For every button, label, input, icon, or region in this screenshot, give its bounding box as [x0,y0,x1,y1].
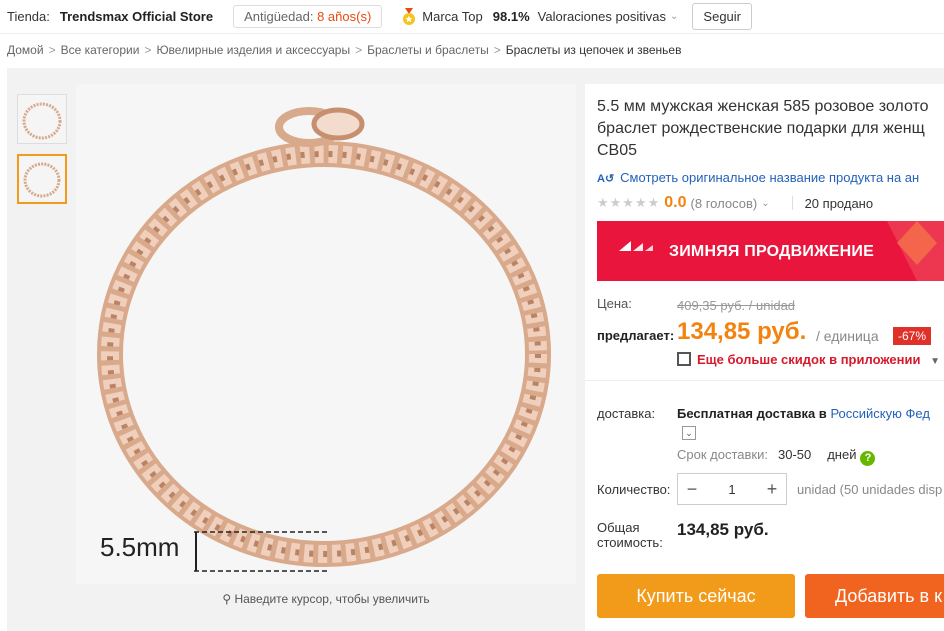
original-title-link[interactable]: A↺ Смотреть оригинальное название продукт… [597,170,919,185]
current-price: 134,85 руб. [677,318,807,345]
promo-banner: ЗИМНЯЯ ПРОДВИЖЕНИЕ [597,221,944,281]
total-price: 134,85 руб. [677,520,769,539]
store-name[interactable]: Trendsmax Official Store [60,9,213,24]
store-age-label: Antigüedad: [244,9,314,24]
increase-button[interactable]: + [758,479,786,500]
breadcrumb-item[interactable]: Браслеты и браслеты [367,43,489,57]
rating-value: 0.0 [664,194,687,211]
delivery-time-label: Срок доставки: [677,447,768,462]
thumbnail-2[interactable] [17,154,67,204]
shipping-label: доставка: [597,406,656,421]
follow-button[interactable]: Seguir [692,3,752,30]
shipping-dropdown-chevron-icon[interactable]: ⌄ [682,426,696,440]
zoom-hint-text: Наведите курсор, чтобы увеличить [234,592,430,606]
qr-code-icon [677,352,691,366]
delivery-days: дней [827,447,857,462]
rating-row: ★★★★★ 0.0 (8 голосов) ⌄ 20 продано [597,194,873,212]
delivery-time-value: 30-50 [777,447,812,462]
discount-badge: -67% [893,327,932,345]
app-discount-link[interactable]: Еще больше скидок в приложении ▼ [677,352,940,367]
store-rating-pct: 98.1% [492,9,530,24]
shipping-destination[interactable]: Российскую Фед [830,406,929,421]
delivery-time: Срок доставки: 30-50 дней? [677,447,876,466]
app-discount-text[interactable]: Еще больше скидок в приложении [697,352,920,367]
rating-stars-icon: ★★★★★ [597,195,661,210]
total-label: Общая стоимость: [597,520,663,550]
breadcrumb-sep: > [144,43,152,57]
store-age-badge: Antigüedad: 8 años(s) [233,5,383,28]
breadcrumb-sep: > [493,43,501,57]
original-title-text[interactable]: Смотреть оригинальное название продукта … [620,170,919,185]
shipping-info: Бесплатная доставка в Российскую Фед [677,406,930,421]
search-icon: ⚲ [222,592,232,606]
main-product-image[interactable]: 5.5mm [76,84,576,584]
chevron-down-icon[interactable]: ⌄ [670,11,678,22]
price-label: Цена: [597,296,632,311]
sold-count: 20 продано [804,195,874,211]
shipping-text: Бесплатная доставка в [677,406,827,421]
positive-reviews-link[interactable]: Valoraciones positivas [538,9,666,24]
brand-label: Marca Top [422,9,483,24]
store-age-value: 8 años(s) [317,9,372,24]
old-price: 409,35 руб. / unidad [677,298,796,313]
quantity-available: unidad (50 unidades disp [797,482,943,497]
quantity-label: Количество: [597,482,671,497]
product-title: 5.5 мм мужская женская 585 розовое золот… [597,98,929,159]
offer-label: предлагает: [597,328,675,343]
breadcrumb-item[interactable]: Домой [7,43,44,57]
medal-icon [400,7,418,26]
quantity-input[interactable]: 1 [706,482,758,497]
decrease-button[interactable]: − [678,479,706,500]
product-details: 5.5 мм мужская женская 585 розовое золот… [585,84,944,631]
breadcrumb-item-current[interactable]: Браслеты из цепочек и звеньев [506,43,682,57]
price-unit: / единица [816,328,879,344]
add-to-cart-button[interactable]: Добавить в к [805,574,944,618]
buy-now-button[interactable]: Купить сейчас [597,574,795,618]
translate-icon: A↺ [597,173,615,185]
measure-label: 5.5mm [100,532,180,562]
caret-down-icon[interactable]: ▼ [930,356,940,367]
breadcrumb: Домой > Все категории > Ювелирные изделия и … [7,43,681,57]
breadcrumb-item[interactable]: Ювелирные изделия и аксессуары [156,43,350,57]
bracelet-illustration [76,84,576,584]
store-label: Tienda: [7,9,50,24]
help-icon[interactable]: ? [860,451,876,466]
promo-text: ЗИМНЯЯ ПРОДВИЖЕНИЕ [669,243,874,260]
quantity-stepper: − 1 + [677,473,787,505]
divider [585,380,944,381]
breadcrumb-item[interactable]: Все категории [61,43,140,57]
breadcrumb-sep: > [355,43,363,57]
divider [791,196,793,210]
breadcrumb-sep: > [48,43,56,57]
thumbnail-1[interactable] [17,94,67,144]
votes-count[interactable]: (8 голосов) [691,196,758,211]
store-bar: Tienda: Trendsmax Official Store Antigüe… [0,0,944,34]
chevron-down-icon[interactable]: ⌄ [761,198,769,209]
zoom-hint: ⚲ Наведите курсор, чтобы увеличить [76,592,576,606]
